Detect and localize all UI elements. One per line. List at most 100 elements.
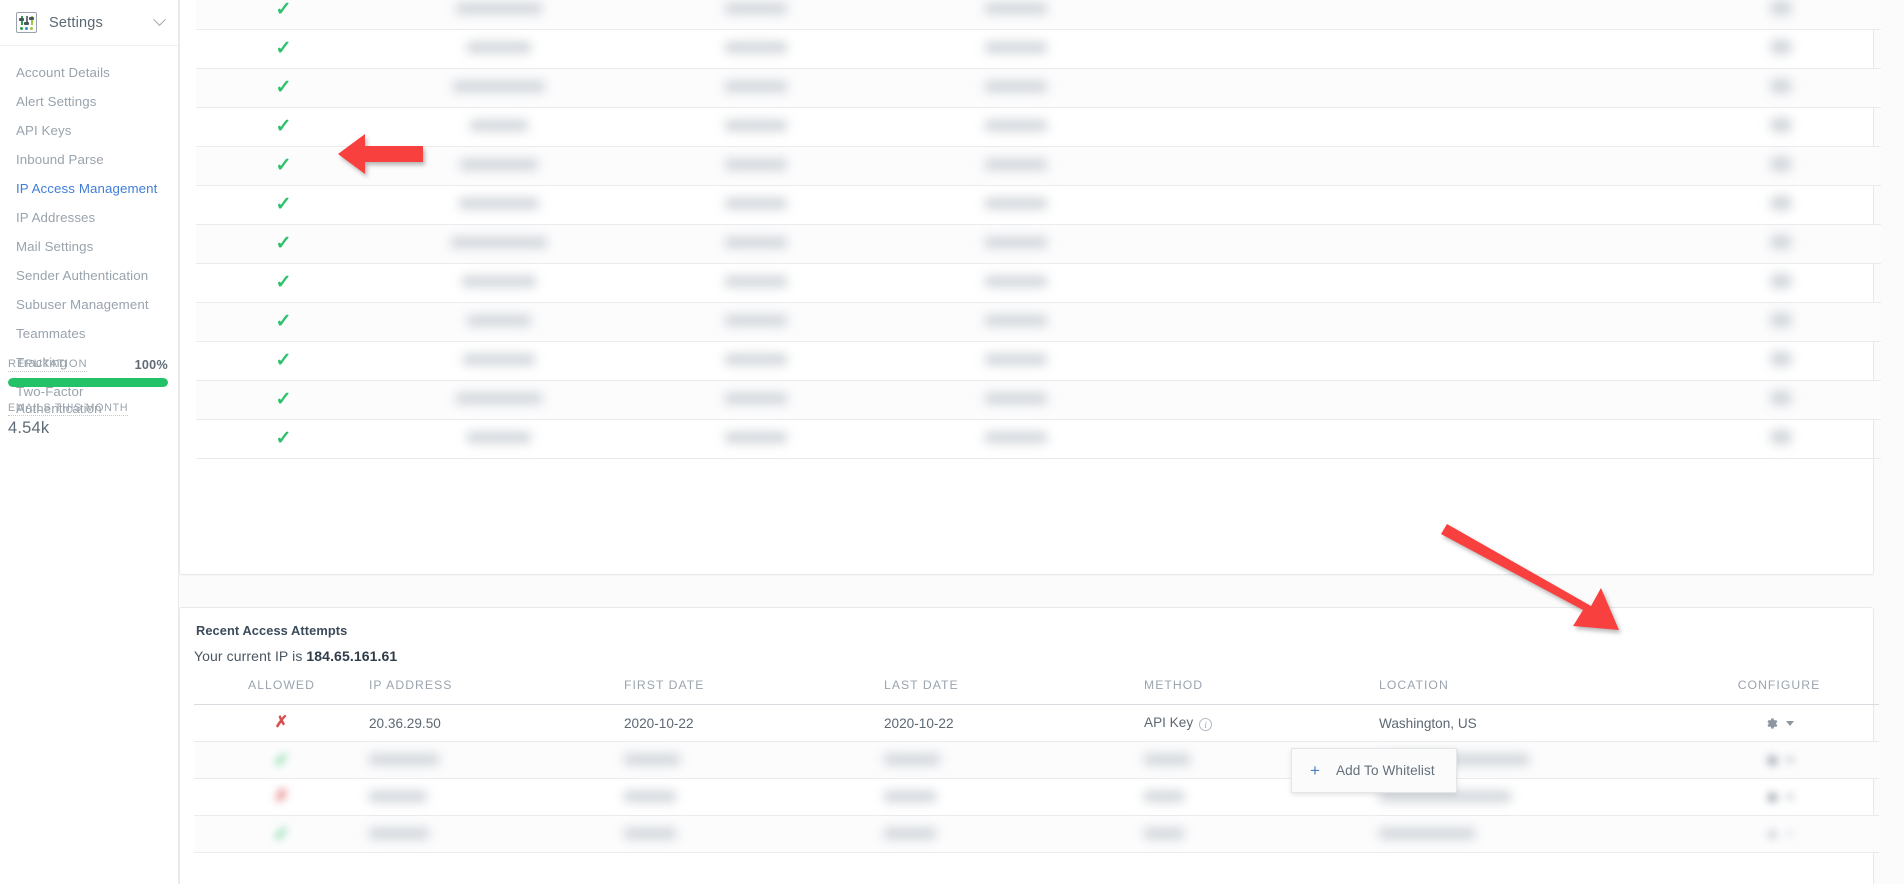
cell-method [1146,224,1381,264]
cell-ip-address [371,146,626,186]
cell-ip-address [371,380,626,420]
current-ip-prefix: Your current IP is [194,648,307,664]
table-row[interactable]: ✗ [194,778,1879,816]
table-row[interactable]: ✗ 20.36.29.50 2020-10-22 2020-10-22 API Key i… [194,704,1879,742]
table-row[interactable]: ✓ [196,302,1881,342]
emails-this-month: EMAILS THIS MONTH 4.54k [8,398,129,438]
gear-icon[interactable] [1764,716,1779,731]
table-row[interactable]: ✓ [196,263,1881,303]
check-icon: ✓ [275,38,292,59]
configure-gear-button[interactable] [1679,753,1879,768]
chevron-down-icon[interactable] [1786,720,1794,726]
configure-gear-button[interactable] [1679,827,1879,842]
sidebar-item-api-keys[interactable]: API Keys [0,116,178,145]
cell-configure[interactable] [1681,224,1881,264]
cell-first-date: 2020-10-22 [624,704,884,742]
sidebar-header[interactable]: Settings [0,0,178,46]
cell-method [1146,68,1381,108]
cell-location [1381,107,1681,147]
sidebar-item-sender-authentication[interactable]: Sender Authentication [0,261,178,290]
cell-last-date [886,29,1146,69]
current-ip-value: 184.65.161.61 [306,648,398,664]
cell-ip-address [371,224,626,264]
cell-configure[interactable] [1681,302,1881,342]
menu-item-add-to-whitelist[interactable]: Add To Whitelist [1336,763,1435,778]
table-row[interactable]: ✓ [196,341,1881,381]
configure-dropdown-menu[interactable]: + Add To Whitelist [1291,748,1457,793]
cell-last-date [886,185,1146,225]
configure-gear-button[interactable] [1679,790,1879,805]
cell-configure[interactable] [1681,29,1881,69]
cell-allowed: ✓ [196,224,371,264]
cell-allowed: ✓ [196,419,371,459]
cell-first-date [624,778,884,816]
table-row[interactable]: ✓ [196,29,1881,69]
gear-icon[interactable] [1764,790,1779,805]
cell-configure[interactable] [1681,341,1881,381]
check-icon: ✓ [273,823,290,845]
cell-last-date [886,341,1146,381]
sidebar-item-alert-settings[interactable]: Alert Settings [0,87,178,116]
chevron-down-icon[interactable] [1786,757,1794,763]
table-row[interactable]: ✓ [196,68,1881,108]
cell-last-date [884,815,1144,853]
check-icon: ✓ [275,389,292,410]
sidebar-item-mail-settings[interactable]: Mail Settings [0,232,178,261]
gear-icon[interactable] [1764,753,1779,768]
cell-allowed: ✓ [196,0,371,30]
table-row[interactable]: ✓ [194,741,1879,779]
chevron-down-icon[interactable] [1786,831,1794,837]
cell-allowed: ✓ [196,107,371,147]
cell-last-date [884,741,1144,779]
table-row[interactable]: ✓ [196,185,1881,225]
cell-configure[interactable] [1681,263,1881,303]
chevron-down-icon[interactable] [153,13,166,27]
cell-configure[interactable] [1681,146,1881,186]
table-row[interactable]: ✓ [196,146,1881,186]
cell-last-date [884,778,1144,816]
table-row[interactable]: ✓ [196,0,1881,30]
cell-location [1379,815,1679,853]
gear-icon[interactable] [1764,827,1779,842]
cell-configure[interactable] [1679,778,1879,816]
reputation-meter: REPUTATION 100% [0,358,178,387]
sidebar: Settings Account Details Alert Settings … [0,0,179,884]
cell-last-date [886,107,1146,147]
sidebar-item-subuser-management[interactable]: Subuser Management [0,290,178,319]
table-row[interactable]: ✓ [194,815,1879,853]
info-icon[interactable]: i [1199,718,1213,731]
cell-configure[interactable] [1679,741,1879,779]
emails-value: 4.54k [8,419,50,437]
table-row[interactable]: ✓ [196,107,1881,147]
cell-configure[interactable] [1681,68,1881,108]
cell-allowed: ✗ [194,778,369,816]
table-row[interactable]: ✓ [196,419,1881,459]
cell-location [1381,29,1681,69]
sidebar-item-teammates[interactable]: Teammates [0,319,178,348]
table-row[interactable]: ✓ [196,380,1881,420]
table-row[interactable]: ✓ [196,224,1881,264]
cell-configure[interactable] [1679,704,1879,742]
cell-configure[interactable] [1681,380,1881,420]
cell-method [1146,0,1381,30]
whitelist-card: ✓✓✓✓✓✓✓✓✓✓✓✓✓✓✓✓✓✓✓✓✓✓✓ [179,0,1881,575]
cell-first-date [626,263,886,303]
cell-configure[interactable] [1681,185,1881,225]
cell-ip-address [371,185,626,225]
sidebar-item-ip-access-management[interactable]: IP Access Management [0,174,178,203]
chevron-down-icon[interactable] [1786,794,1794,800]
cell-allowed: ✓ [194,741,369,779]
cell-ip-address [369,778,624,816]
cell-configure[interactable] [1681,107,1881,147]
cell-last-date [886,263,1146,303]
cell-location [1381,380,1681,420]
cell-configure[interactable] [1679,815,1879,853]
cell-ip-address [371,341,626,381]
sidebar-item-inbound-parse[interactable]: Inbound Parse [0,145,178,174]
cell-first-date [626,224,886,264]
sidebar-item-ip-addresses[interactable]: IP Addresses [0,203,178,232]
cell-configure[interactable] [1681,419,1881,459]
sidebar-item-account-details[interactable]: Account Details [0,58,178,87]
cell-configure[interactable] [1681,0,1881,30]
configure-gear-button[interactable] [1679,716,1879,731]
